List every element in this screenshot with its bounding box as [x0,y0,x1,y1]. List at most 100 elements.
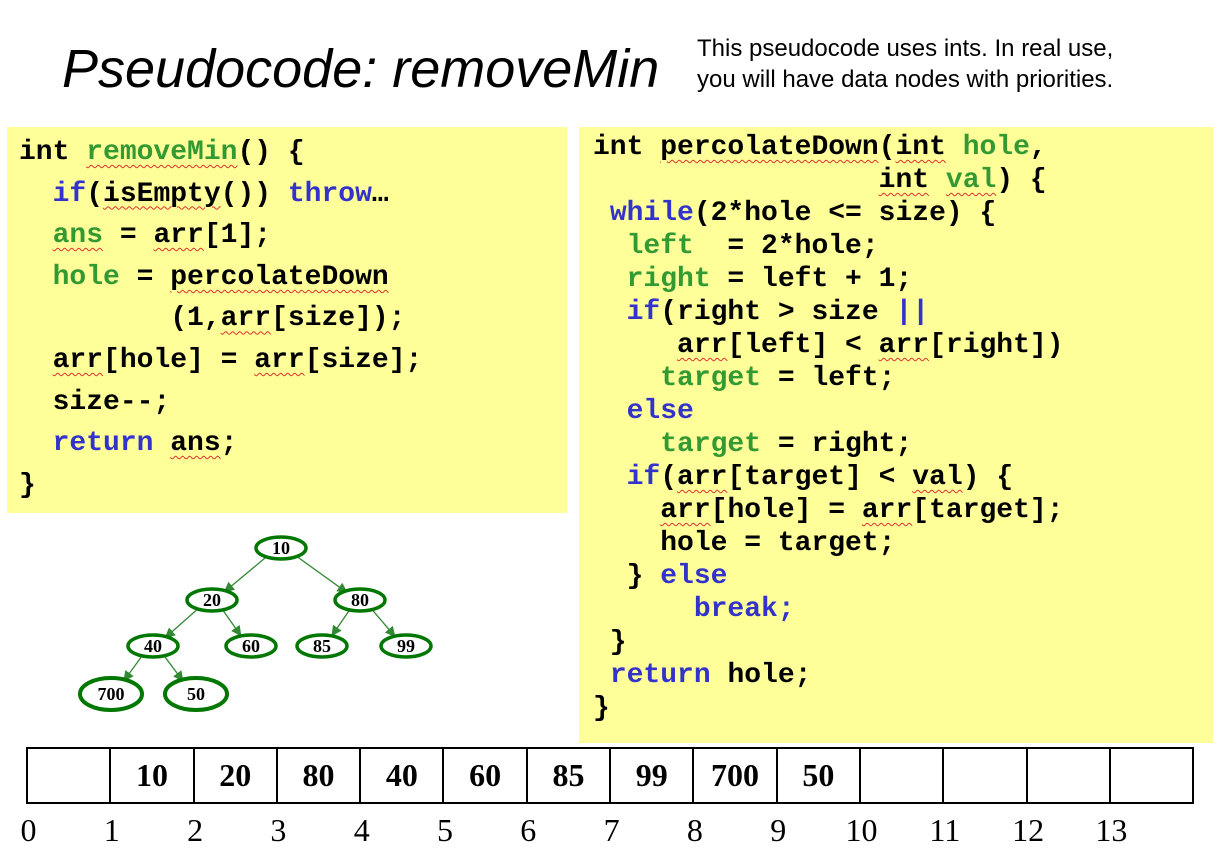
side-note-line-1: This pseudocode uses ints. In real use, [697,35,1114,62]
side-note: This pseudocode uses ints. In real use, … [697,33,1113,95]
code-token: … [371,178,389,210]
code-line: ans = arr[1]; [19,220,271,251]
code-token: ()) [220,178,288,210]
code-token: break; [693,594,795,625]
tree-node-label: 700 [98,684,125,704]
code-line: } [19,470,36,501]
code-token: , [1029,132,1047,163]
tree-node: 99 [379,633,433,659]
code-line: arr[left] < arr[right]) [593,330,1064,361]
code-token: arr [220,303,272,335]
code-line: hole = target; [593,528,895,559]
code-token: ) { [962,462,1014,493]
code-token: throw [287,178,372,210]
code-token: else [660,561,728,592]
array-index-label: 2 [187,812,204,848]
array-cell: 700 [694,749,778,802]
code-token: ( [660,462,678,493]
code-token: ; [220,428,238,460]
code-token: arr [153,220,204,252]
code-token: ans [170,428,221,460]
array-cell: 40 [361,749,445,802]
code-line: if(isEmpty()) throw… [19,179,389,210]
code-token: [size]; [304,345,423,376]
code-token: target [660,429,762,460]
code-line: break; [593,594,795,625]
tree-node: 50 [163,676,229,712]
code-token: = left; [761,363,896,394]
tree-node: 60 [224,633,278,659]
code-token: if [626,462,661,493]
code-token: [hole] = [710,495,862,526]
code-line: else [593,396,694,427]
slide-title: Pseudocode: removeMin [62,39,660,99]
code-token: val [912,462,963,493]
array-cell: 85 [528,749,612,802]
code-line: if(right > size || [593,297,929,328]
array-cell: 99 [611,749,695,802]
code-token: removeMin [86,137,238,168]
code-token: } [593,561,661,592]
array-cell: 50 [778,749,861,802]
code-line: int removeMin() { [19,137,305,168]
code-token: ( [86,178,104,210]
code-token: arr [660,495,711,526]
tree-node: 85 [295,633,349,659]
tree-edge [123,653,145,682]
array-index-label: 8 [686,812,703,848]
code-token: return [52,428,154,460]
code-token: target [660,363,762,394]
code-token: val [945,165,997,196]
code-line: } [593,627,627,658]
code-token: size--; [19,386,171,418]
tree-node-label: 10 [272,538,290,558]
code-line: hole = percolateDown [19,262,389,293]
tree-node-label: 20 [203,590,221,610]
code-token: int [895,132,946,163]
code-token: } [19,469,36,501]
code-token: arr [677,330,728,361]
code-line: if(arr[target] < val) { [593,462,1014,493]
code-token: = [119,261,171,293]
code-token: int [878,165,930,196]
tree-edge [369,606,396,638]
tree-node: 10 [254,535,308,561]
array-index-label: 13 [1095,812,1128,848]
array-index-label: 10 [845,812,878,848]
array-cell [944,749,1028,802]
code-token: arr [52,345,104,376]
code-token: [size]); [271,303,406,335]
code-token: (right > size [660,297,896,328]
array-index-label: 1 [103,812,120,848]
tree-node-label: 85 [313,636,331,656]
code-token: [left] < [727,330,879,361]
code-token: ) { [996,165,1047,196]
tree-edge [331,607,352,637]
code-token: arr [878,330,930,361]
code-token: [hole] = [103,345,255,376]
code-line: while(2*hole <= size) { [593,198,996,229]
array-index-label: 6 [520,812,537,848]
array-cell [28,749,112,802]
code-line: (1,arr[size]); [19,303,405,334]
array-index-label: 3 [270,812,287,848]
tree-edge [292,552,348,594]
code-token: hole [962,132,1030,163]
code-token: (1, [19,303,221,335]
tree-node-label: 40 [144,636,162,656]
array-cell: 60 [445,749,528,802]
code-token: int [19,137,87,168]
tree-node: 80 [333,587,387,613]
tree-edge [164,605,202,639]
code-token: (2*hole <= size) { [693,198,997,229]
code-token: if [52,178,87,210]
